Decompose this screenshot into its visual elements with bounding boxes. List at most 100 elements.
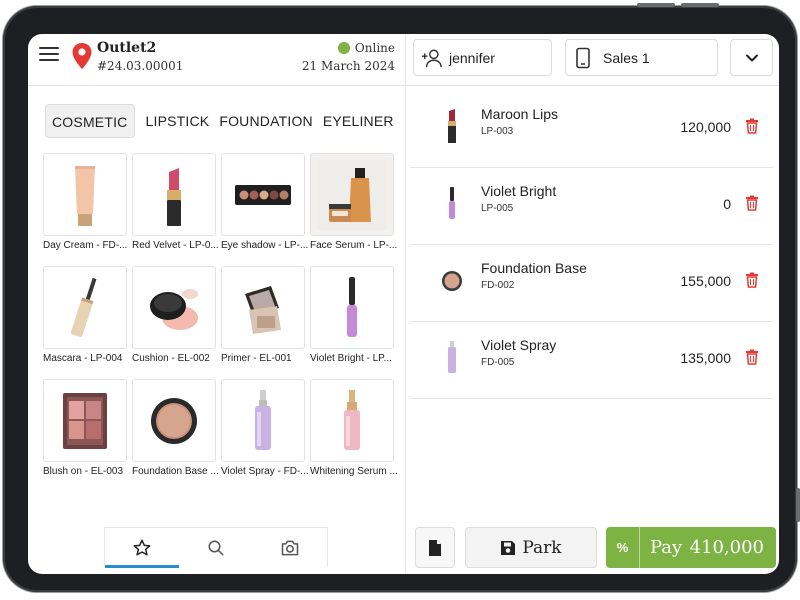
customer-selector[interactable]: jennifer — [413, 39, 552, 76]
pos-screen: Outlet2 #24.03.00001 Online 21 March 202… — [28, 34, 779, 574]
online-dot-icon — [337, 42, 350, 54]
cart-item-code: FD-002 — [481, 280, 515, 291]
cart-header: jennifer Sales 1 — [406, 34, 779, 86]
cart-item-name: Maroon Lips — [481, 106, 559, 122]
blush-palette-icon — [63, 392, 107, 449]
outlet-name: Outlet2 — [97, 40, 157, 56]
powder-compact-icon — [442, 271, 462, 291]
register-name: Sales 1 — [603, 49, 650, 66]
cart-item-price: 135,000 — [680, 350, 731, 366]
tab-favorites[interactable] — [105, 528, 179, 568]
customer-name: jennifer — [449, 49, 495, 66]
delete-icon[interactable] — [745, 349, 759, 365]
cart-item-price: 120,000 — [680, 119, 731, 135]
product-label: Foundation Base ... — [132, 466, 219, 477]
more-options-button[interactable] — [730, 39, 773, 76]
tab-search[interactable] — [179, 528, 253, 567]
category-tab-cosmetic[interactable]: COSMETIC — [45, 104, 135, 138]
product-label: Eye shadow - LP-... — [221, 240, 308, 251]
cart-item-code: LP-005 — [481, 203, 514, 214]
product-card[interactable]: Mascara - LP-004 — [43, 266, 128, 364]
product-card[interactable]: Whitening Serum ... — [310, 379, 397, 477]
cart-item-name: Foundation Base — [481, 260, 587, 276]
product-label: Cushion - EL-002 — [132, 353, 210, 364]
delete-icon[interactable] — [745, 195, 759, 211]
product-browse-tabs — [104, 527, 328, 568]
transaction-number: #24.03.00001 — [97, 59, 184, 73]
discount-button[interactable]: % — [606, 527, 640, 568]
product-label: Violet Spray - FD-... — [221, 466, 308, 477]
serum-bottle-icon — [344, 389, 360, 450]
cushion-compact-icon — [150, 288, 198, 330]
cart-item[interactable]: Foundation Base FD-002 155,000 — [410, 245, 773, 322]
product-card[interactable]: Primer - EL-001 — [221, 266, 306, 364]
camera-icon — [281, 540, 299, 555]
category-tab-foundation[interactable]: FOUNDATION — [214, 104, 318, 138]
category-tab-eyeliner[interactable]: EYELINER — [318, 104, 399, 138]
product-card[interactable]: Violet Spray - FD-... — [221, 379, 308, 477]
document-button[interactable] — [415, 527, 455, 568]
product-label: Primer - EL-001 — [221, 353, 292, 364]
product-card[interactable]: Day Cream - FD-... — [43, 153, 128, 251]
product-label: Red Velvet - LP-0... — [132, 240, 219, 251]
primer-compact-icon — [245, 285, 281, 334]
cart-item-price: 155,000 — [680, 273, 731, 289]
cart-item[interactable]: Maroon Lips LP-003 120,000 — [410, 91, 773, 168]
category-tabs: COSMETIC LIPSTICK FOUNDATION EYELINER — [45, 104, 399, 138]
category-tab-lipstick[interactable]: LIPSTICK — [141, 104, 215, 138]
pay-button[interactable]: Pay 410,000 — [640, 527, 776, 568]
register-selector[interactable]: Sales 1 — [565, 39, 718, 76]
connection-status: Online — [337, 41, 395, 55]
document-icon — [429, 539, 441, 556]
mascara-icon — [70, 277, 97, 337]
cart-item-price: 0 — [723, 196, 731, 212]
product-card[interactable]: Blush on - EL-003 — [43, 379, 128, 477]
tube-icon — [75, 165, 95, 226]
lipgloss-icon — [449, 187, 455, 219]
product-card[interactable]: Red Velvet - LP-0... — [132, 153, 219, 251]
product-card[interactable]: Foundation Base ... — [132, 379, 219, 477]
product-card[interactable]: Eye shadow - LP-... — [221, 153, 308, 251]
lipstick-icon — [448, 109, 456, 143]
hamburger-menu-icon[interactable] — [39, 47, 59, 63]
product-card[interactable]: Face Serum - LP-... — [310, 153, 397, 251]
star-icon — [133, 539, 151, 555]
cart-item[interactable]: Violet Spray FD-005 135,000 — [410, 322, 773, 399]
product-label: Day Cream - FD-... — [43, 240, 128, 251]
product-card[interactable]: Cushion - EL-002 — [132, 266, 217, 364]
pay-label: Pay — [650, 537, 683, 558]
park-label: Park — [522, 537, 562, 558]
product-label: Violet Bright - LP... — [310, 353, 392, 364]
tablet-icon — [576, 47, 590, 68]
power-button — [796, 488, 800, 522]
spray-bottle-icon — [255, 389, 271, 450]
pay-total: 410,000 — [689, 537, 764, 558]
product-label: Whitening Serum ... — [310, 466, 397, 477]
serum-bottle-icon — [317, 159, 387, 230]
cart-panel: jennifer Sales 1 Maroon Lips LP-003 120,… — [406, 34, 779, 574]
search-icon — [208, 540, 224, 555]
product-panel: Outlet2 #24.03.00001 Online 21 March 202… — [28, 34, 406, 574]
checkout-bar: Park % Pay 410,000 — [406, 527, 779, 574]
current-date: 21 March 2024 — [301, 59, 395, 73]
volume-up-button — [637, 3, 675, 7]
delete-icon[interactable] — [745, 118, 759, 134]
park-button[interactable]: Park — [465, 527, 597, 568]
payment-group: % Pay 410,000 — [606, 527, 776, 568]
chevron-down-icon — [745, 54, 758, 61]
spray-bottle-icon — [448, 341, 456, 373]
add-user-icon — [422, 49, 442, 67]
outlet-header: Outlet2 #24.03.00001 Online 21 March 202… — [28, 34, 406, 86]
cart-item-code: FD-005 — [481, 357, 515, 368]
product-label: Face Serum - LP-... — [310, 240, 397, 251]
tab-camera[interactable] — [253, 528, 327, 567]
location-pin-icon — [72, 43, 92, 69]
volume-down-button — [681, 3, 719, 7]
powder-compact-icon — [151, 397, 197, 444]
save-icon — [501, 540, 516, 555]
delete-icon[interactable] — [745, 272, 759, 288]
lipgloss-icon — [347, 276, 357, 337]
product-card[interactable]: Violet Bright - LP... — [310, 266, 395, 364]
cart-item-name: Violet Bright — [481, 183, 557, 199]
cart-item[interactable]: Violet Bright LP-005 0 — [410, 168, 773, 245]
